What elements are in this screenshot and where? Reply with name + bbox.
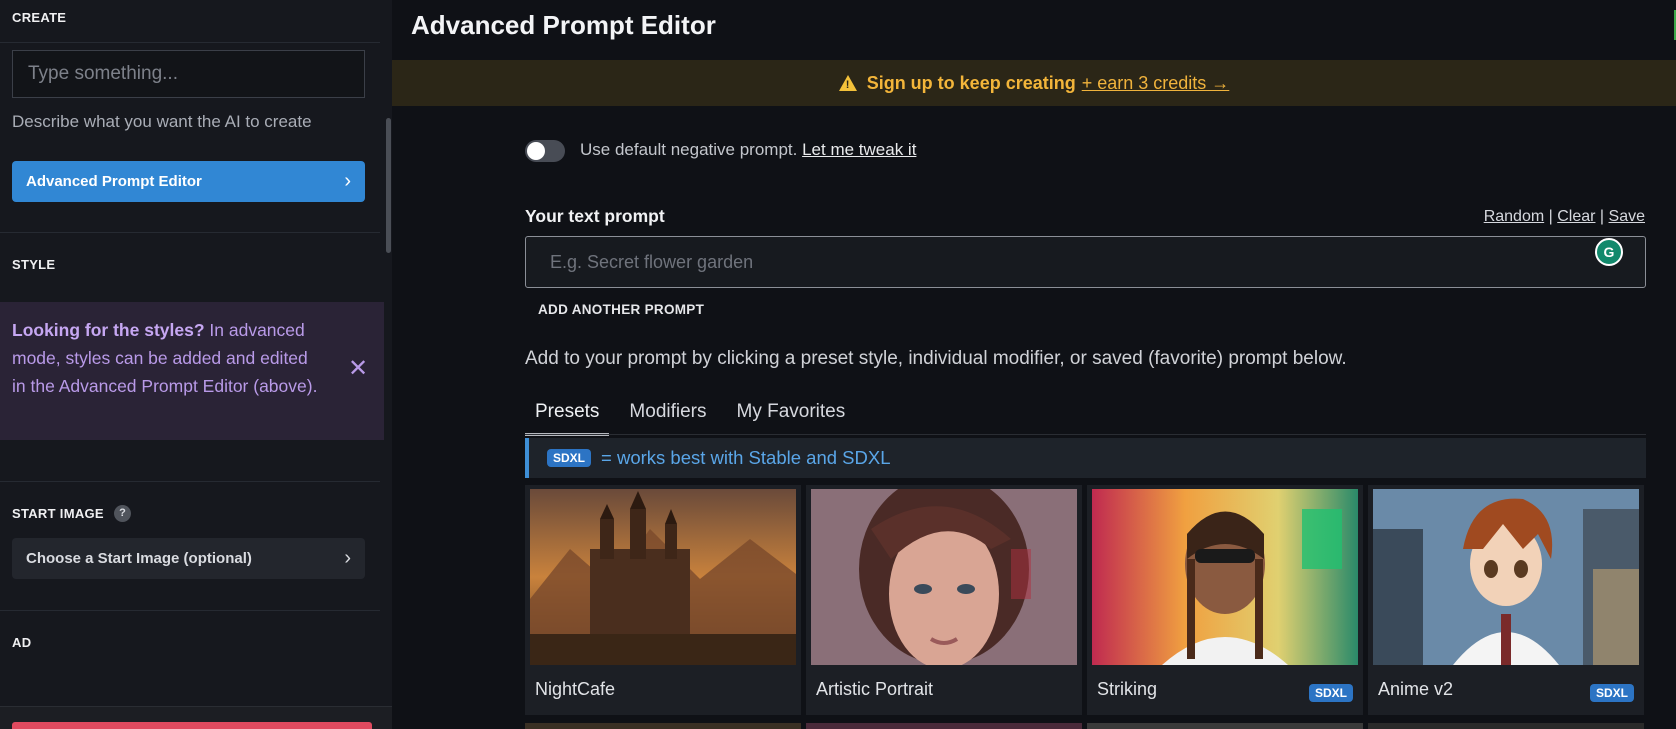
tab-presets[interactable]: Presets: [525, 398, 610, 436]
earn-credits-link[interactable]: + earn 3 credits →: [1082, 73, 1230, 94]
negative-prompt-label: Use default negative prompt.: [580, 140, 798, 159]
separator: |: [1548, 208, 1553, 225]
sidebar: CREATE Describe what you want the AI to …: [0, 0, 392, 729]
sdxl-badge: SDXL: [1589, 684, 1634, 702]
styles-notice: Looking for the styles? In advanced mode…: [0, 302, 384, 440]
random-link[interactable]: Random: [1484, 208, 1544, 225]
preset-thumbnail-anime-v2: [1373, 489, 1639, 665]
clear-link[interactable]: Clear: [1557, 208, 1595, 225]
sidebar-scrollbar[interactable]: [386, 118, 391, 253]
preset-name: Artistic Portrait: [816, 679, 934, 699]
preset-card-artistic-portrait[interactable]: Artistic Portrait: [806, 485, 1082, 715]
style-section-title: STYLE: [12, 257, 56, 272]
signup-banner-text: Sign up to keep creating: [866, 72, 1076, 93]
sdxl-note: = works best with Stable and SDXL: [601, 447, 891, 468]
sdxl-badge: SDXL: [1308, 684, 1353, 702]
choose-start-image-label: Choose a Start Image (optional): [26, 550, 252, 567]
divider: [0, 42, 380, 43]
preset-name: Striking: [1097, 679, 1158, 699]
add-to-prompt-instructions: Add to your prompt by clicking a preset …: [525, 348, 1347, 369]
help-icon[interactable]: ?: [114, 505, 131, 522]
divider: [0, 232, 380, 233]
divider: [0, 610, 380, 611]
preset-card-striking[interactable]: Striking SDXL: [1087, 485, 1363, 715]
preset-thumbnail-nightcafe: [530, 489, 796, 665]
sidebar-bottom-button[interactable]: [12, 722, 372, 729]
text-prompt-label: Your text prompt: [525, 206, 665, 226]
negative-prompt-text: Use default negative prompt. Let me twea…: [580, 140, 916, 160]
tab-modifiers[interactable]: Modifiers: [619, 398, 716, 436]
preset-card-partial[interactable]: [806, 723, 1082, 729]
chevron-right-icon: ›: [344, 170, 351, 192]
sdxl-info-bar: SDXL = works best with Stable and SDXL: [525, 438, 1646, 478]
signup-banner: ! Sign up to keep creating + earn 3 cred…: [392, 60, 1676, 106]
divider: [0, 481, 380, 482]
page-title: Advanced Prompt Editor: [411, 10, 716, 40]
start-image-section-title: START IMAGE: [12, 506, 104, 521]
preset-card-partial[interactable]: [1368, 723, 1644, 729]
preset-name: NightCafe: [535, 679, 616, 699]
close-icon[interactable]: ✕: [348, 357, 368, 381]
tab-my-favorites[interactable]: My Favorites: [727, 398, 856, 436]
ad-section-title: AD: [12, 635, 32, 650]
tabs-divider: [525, 434, 1646, 435]
presets-grid: NightCafe Artistic Portrait Striking SDX…: [525, 485, 1646, 729]
preset-thumbnail-striking: [1092, 489, 1358, 665]
preset-card-nightcafe[interactable]: NightCafe: [525, 485, 801, 715]
grammarly-icon[interactable]: G: [1595, 238, 1623, 266]
preset-card-partial[interactable]: [525, 723, 801, 729]
preset-name: Anime v2: [1378, 679, 1454, 699]
warning-icon: !: [838, 75, 857, 91]
prompt-input[interactable]: [12, 50, 365, 98]
tabs: Presets Modifiers My Favorites: [525, 398, 865, 436]
chevron-right-icon: ›: [344, 547, 351, 569]
preset-card-anime-v2[interactable]: Anime v2 SDXL: [1368, 485, 1644, 715]
preset-thumbnail-artistic-portrait: [811, 489, 1077, 665]
preset-card-partial[interactable]: [1087, 723, 1363, 729]
toggle-knob: [527, 142, 545, 160]
separator: |: [1599, 208, 1605, 225]
save-link[interactable]: Save: [1609, 208, 1645, 225]
add-another-prompt-button[interactable]: ADD ANOTHER PROMPT: [538, 302, 704, 317]
advanced-prompt-editor-label: Advanced Prompt Editor: [26, 173, 202, 190]
advanced-prompt-editor-button[interactable]: Advanced Prompt Editor ›: [12, 161, 365, 202]
prompt-actions: Random | Clear | Save: [1484, 208, 1645, 226]
create-section-title: CREATE: [12, 10, 67, 25]
text-prompt-input[interactable]: [525, 236, 1646, 288]
prompt-helper-text: Describe what you want the AI to create: [12, 112, 312, 131]
choose-start-image-button[interactable]: Choose a Start Image (optional) ›: [12, 538, 365, 579]
main-panel: Advanced Prompt Editor ! Sign up to keep…: [392, 0, 1676, 729]
sdxl-badge: SDXL: [547, 449, 592, 467]
tweak-negative-prompt-link[interactable]: Let me tweak it: [802, 140, 916, 159]
negative-prompt-toggle[interactable]: [525, 140, 565, 162]
styles-notice-heading: Looking for the styles?: [12, 320, 205, 340]
